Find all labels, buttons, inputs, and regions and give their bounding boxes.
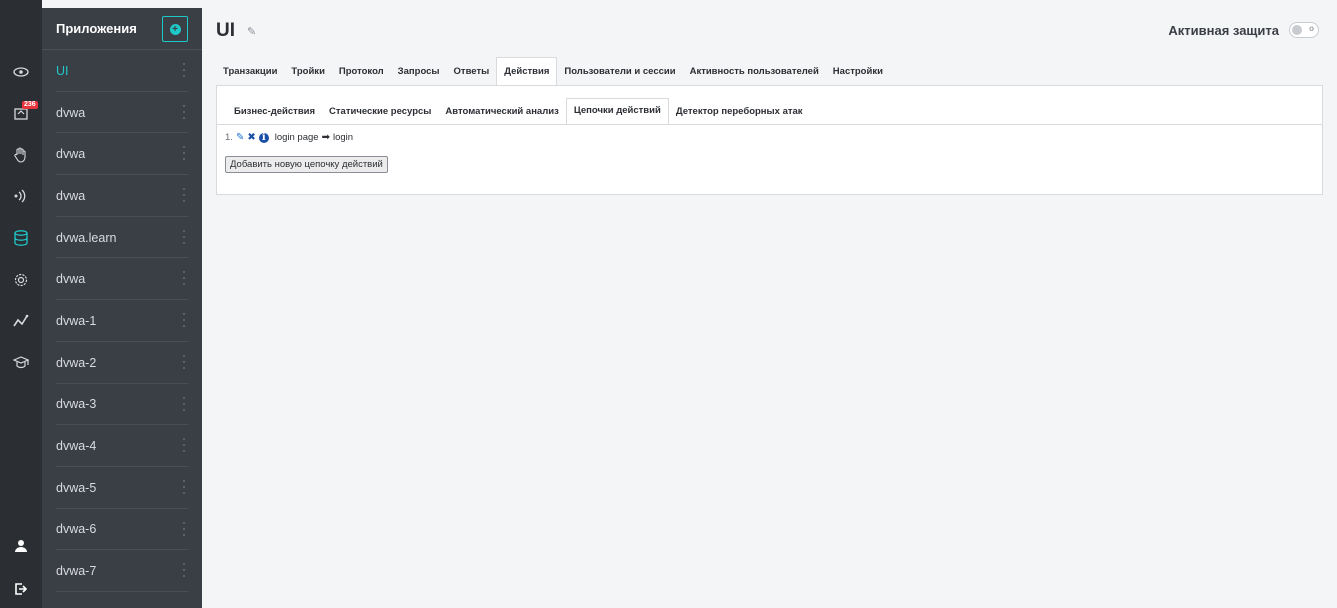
notification-badge: 236 [22, 101, 38, 109]
applications-panel: Приложения + UI dvwa dvwa dvwa dvwa.learn dvw… [42, 8, 202, 608]
active-protection-toggle[interactable]: o [1289, 22, 1319, 38]
hand-icon[interactable] [0, 140, 42, 170]
chain-to[interactable]: login [333, 132, 353, 143]
main-content: UI ✎ Активная защита o Транзакции Тройки П… [202, 8, 1337, 608]
kebab-menu-icon[interactable] [183, 396, 186, 411]
kebab-menu-icon[interactable] [183, 563, 186, 578]
kebab-menu-icon[interactable] [183, 438, 186, 453]
application-item-label: dvwa [56, 188, 86, 203]
application-item[interactable]: dvwa [42, 175, 202, 217]
application-item[interactable]: dvwa [42, 258, 202, 300]
application-item[interactable]: dvwa [42, 133, 202, 175]
toggle-knob [1292, 25, 1302, 35]
active-protection: Активная защита o [1168, 22, 1319, 38]
kebab-menu-icon[interactable] [183, 188, 186, 203]
chain-number: 1. [225, 132, 233, 143]
add-application-button[interactable]: + [162, 16, 188, 42]
application-item[interactable]: dvwa-5 [42, 467, 202, 509]
subtab-2[interactable]: Автоматический анализ [438, 98, 565, 125]
chain-from[interactable]: login page [275, 132, 319, 143]
tab-7[interactable]: Активность пользователей [683, 57, 826, 85]
kebab-menu-icon[interactable] [183, 354, 186, 369]
application-list: UI dvwa dvwa dvwa dvwa.learn dvwa dvwa-1 dvwa-2… [42, 50, 202, 592]
active-protection-label: Активная защита [1168, 22, 1279, 38]
tab-1[interactable]: Тройки [284, 57, 331, 85]
kebab-menu-icon[interactable] [183, 146, 186, 161]
application-item-label: dvwa-4 [56, 439, 97, 454]
chart-line-icon[interactable] [0, 306, 42, 336]
tab-0[interactable]: Транзакции [216, 57, 284, 85]
tab-8[interactable]: Настройки [826, 57, 890, 85]
application-item-label: dvwa [56, 105, 86, 120]
sub-tabs: Бизнес-действия Статические ресурсы Автома… [227, 98, 810, 125]
edit-pencil-icon[interactable]: ✎ [236, 132, 244, 143]
add-action-chain-button[interactable]: Добавить новую цепочку действий [225, 156, 388, 173]
arrow-right-icon: ➡ [321, 132, 330, 143]
logout-icon[interactable] [0, 574, 42, 604]
applications-title: Приложения [56, 21, 137, 36]
title-row: UI ✎ [216, 20, 256, 42]
subtab-4[interactable]: Детектор переборных атак [669, 98, 810, 125]
tab-6[interactable]: Пользователи и сессии [557, 57, 682, 85]
application-item[interactable]: dvwa-1 [42, 300, 202, 342]
application-item-label: dvwa [56, 147, 86, 162]
application-item[interactable]: dvwa-6 [42, 509, 202, 551]
subtab-1[interactable]: Статические ресурсы [322, 98, 438, 125]
application-item-label: dvwa-1 [56, 313, 97, 328]
database-icon[interactable] [0, 223, 42, 253]
application-item-label: UI [56, 63, 69, 78]
tab-panel: Бизнес-действия Статические ресурсы Автома… [216, 85, 1323, 195]
subtab-divider [217, 124, 1322, 125]
tab-2[interactable]: Протокол [332, 57, 391, 85]
application-item-label: dvwa-3 [56, 397, 97, 412]
application-item-label: dvwa.learn [56, 230, 117, 245]
kebab-menu-icon[interactable] [183, 229, 186, 244]
application-item-label: dvwa-2 [56, 355, 97, 370]
delete-x-icon[interactable]: ✖ [247, 132, 255, 143]
application-item-label: dvwa-7 [56, 564, 97, 579]
application-item-label: dvwa [56, 272, 86, 287]
application-item[interactable]: dvwa-2 [42, 342, 202, 384]
kebab-menu-icon[interactable] [183, 271, 186, 286]
application-item[interactable]: dvwa-3 [42, 384, 202, 426]
tab-3[interactable]: Запросы [391, 57, 447, 85]
applications-header: Приложения + [42, 8, 202, 50]
kebab-menu-icon[interactable] [183, 313, 186, 328]
kebab-menu-icon[interactable] [183, 479, 186, 494]
alerts-icon[interactable]: 236 [0, 98, 42, 128]
page-title: UI [216, 20, 235, 41]
kebab-menu-icon[interactable] [183, 63, 186, 77]
eye-icon[interactable] [0, 57, 42, 87]
top-strip [0, 0, 1337, 8]
application-item[interactable]: dvwa [42, 92, 202, 134]
application-item[interactable]: dvwa-7 [42, 550, 202, 592]
edit-title-icon[interactable]: ✎ [247, 25, 256, 38]
application-item[interactable]: UI [42, 50, 202, 92]
application-item[interactable]: dvwa.learn [42, 217, 202, 259]
kebab-menu-icon[interactable] [183, 521, 186, 536]
signal-icon[interactable] [0, 181, 42, 211]
kebab-menu-icon[interactable] [183, 104, 186, 119]
settings-gear-icon[interactable] [0, 265, 42, 295]
icon-sidebar: 236 [0, 0, 42, 608]
main-tabs: Транзакции Тройки Протокол Запросы Ответы Дей… [216, 57, 890, 85]
subtab-0[interactable]: Бизнес-действия [227, 98, 322, 125]
tab-4[interactable]: Ответы [447, 57, 497, 85]
graduation-cap-icon[interactable] [0, 348, 42, 378]
toggle-off-icon: o [1309, 24, 1314, 33]
subtab-3[interactable]: Цепочки действий [565, 98, 669, 125]
application-item-label: dvwa-5 [56, 480, 97, 495]
tab-5[interactable]: Действия [496, 57, 558, 85]
application-item[interactable]: dvwa-4 [42, 425, 202, 467]
plus-icon: + [169, 23, 181, 35]
info-icon[interactable]: i [258, 132, 269, 143]
application-item-label: dvwa-6 [56, 522, 97, 537]
user-icon[interactable] [0, 531, 42, 561]
action-chain-row: 1. ✎ ✖ i login page ➡ login [225, 132, 353, 143]
